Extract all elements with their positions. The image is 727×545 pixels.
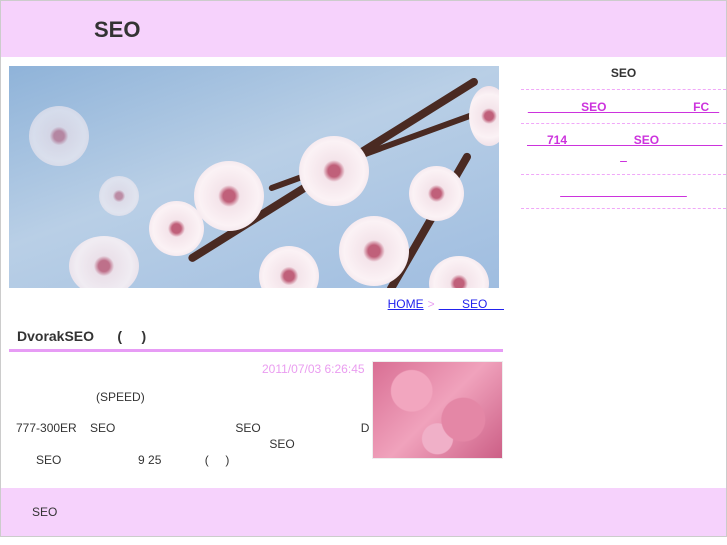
hero-image-cherry-blossoms	[9, 66, 499, 288]
post-thumbnail-image	[372, 361, 503, 459]
sidebar-link[interactable]: SEO FC	[528, 100, 719, 114]
sidebar-item	[521, 175, 726, 209]
footer-text: SEO	[32, 505, 58, 519]
sidebar: SEO SEO FC 714 SEO _	[521, 62, 726, 209]
breadcrumb-current-link[interactable]: SEO	[439, 297, 504, 311]
sidebar-link[interactable]: 714 SEO _	[527, 133, 722, 163]
sidebar-item: 714 SEO _	[521, 124, 726, 175]
footer: SEO	[1, 488, 726, 536]
sidebar-link[interactable]	[560, 184, 687, 198]
post-text-line: 777-300ER SEO SEO D	[16, 421, 370, 435]
post-text-line: (SPEED)	[16, 390, 145, 404]
post-date: 2011/07/03 6:26:45	[262, 362, 365, 376]
sidebar-item: SEO FC	[521, 90, 726, 124]
post-title: DvorakSEO ( )	[9, 322, 503, 352]
site-title[interactable]: SEO	[94, 17, 140, 43]
breadcrumb: HOME > SEO	[388, 297, 504, 311]
sidebar-title: SEO	[521, 62, 726, 90]
post-text-line: SEO	[16, 437, 295, 451]
breadcrumb-home-link[interactable]: HOME	[388, 297, 424, 311]
breadcrumb-separator: >	[427, 297, 435, 311]
header: SEO	[1, 1, 726, 57]
post-text-line: SEO 9 25 ( )	[16, 453, 230, 467]
